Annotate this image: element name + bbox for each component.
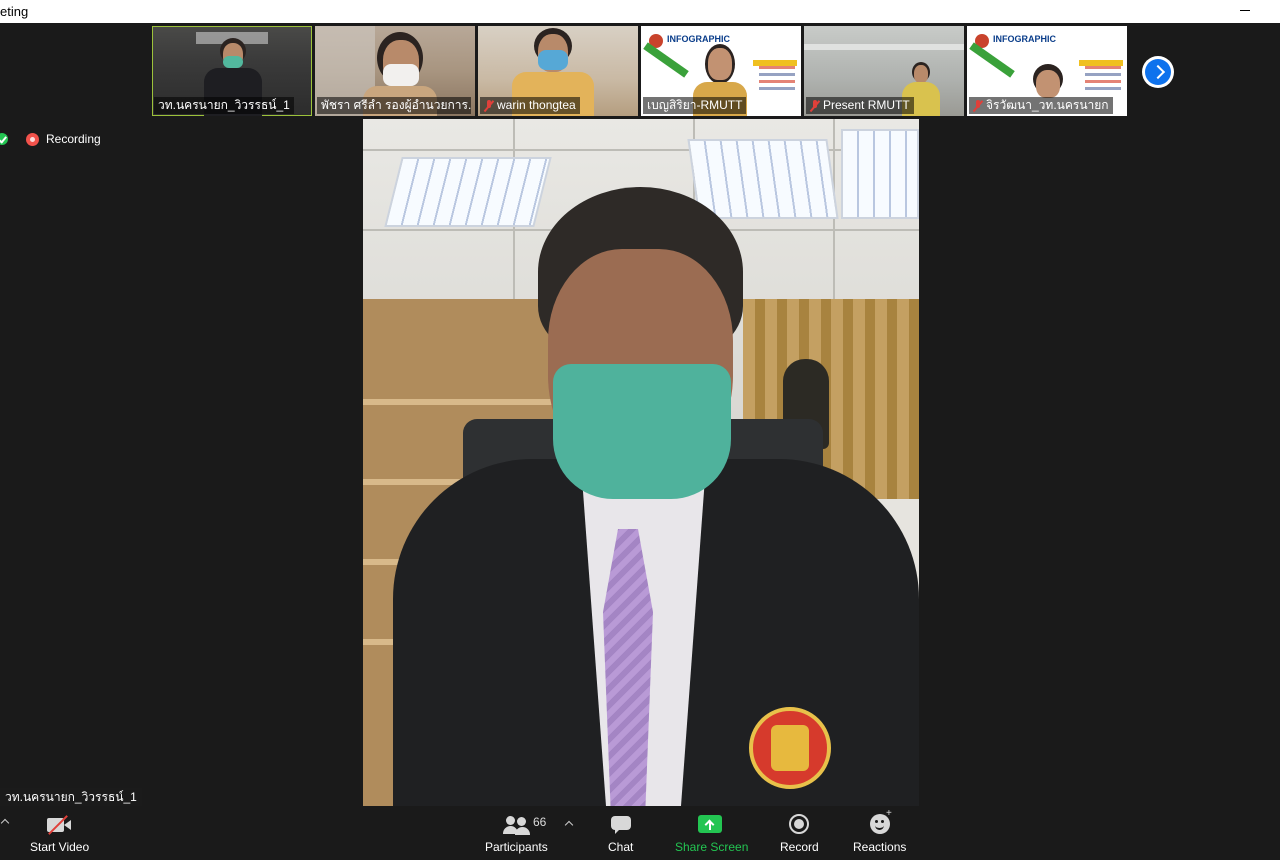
share-screen-label: Share Screen <box>675 840 749 854</box>
participant-name: จิรวัฒนา_วท.นครนายก <box>969 97 1113 114</box>
reactions-label: Reactions <box>853 840 907 854</box>
share-screen-button[interactable]: Share Screen <box>670 806 750 860</box>
reactions-icon: + <box>870 808 892 834</box>
chat-label: Chat <box>608 840 634 854</box>
recording-indicator[interactable]: Recording <box>26 131 101 147</box>
speaker-name-label: วท.นครนายก_วิวรรธน์_1 <box>0 788 142 807</box>
mic-off-icon <box>484 99 494 112</box>
start-video-button[interactable]: Start Video <box>0 806 120 860</box>
title-bar: eting <box>0 0 1280 23</box>
share-screen-icon <box>698 815 722 833</box>
participant-name: warin thongtea <box>480 97 580 114</box>
participant-tile[interactable]: Present RMUTT <box>804 26 964 116</box>
reactions-button[interactable]: + Reactions <box>850 806 908 860</box>
participant-name: พัชรา ศรีลำ รองผู้อำนวยการ... <box>317 97 471 114</box>
participant-name: วท.นครนายก_วิวรรธน์_1 <box>154 97 294 114</box>
participants-icon <box>503 816 530 835</box>
minimize-button[interactable] <box>1234 3 1256 19</box>
window-title: eting <box>0 4 29 19</box>
chat-icon <box>611 816 631 834</box>
emblem-logo <box>749 707 831 789</box>
shield-check-icon[interactable] <box>0 133 8 145</box>
participants-button[interactable]: 66 Participants <box>478 806 558 860</box>
chevron-up-icon[interactable] <box>564 820 574 830</box>
active-speaker-video <box>363 119 919 806</box>
record-icon <box>789 814 809 834</box>
video-off-icon <box>47 815 73 835</box>
meeting-toolbar: Start Video 66 Participants Chat Share S… <box>0 806 1280 860</box>
mic-off-icon <box>810 99 820 112</box>
chevron-up-icon[interactable] <box>0 818 10 828</box>
participant-name: Present RMUTT <box>806 97 914 114</box>
recording-label: Recording <box>46 132 101 146</box>
mic-off-icon <box>973 99 983 112</box>
participant-tile[interactable]: วท.นครนายก_วิวรรธน์_1 <box>152 26 312 116</box>
record-label: Record <box>780 840 819 854</box>
next-page-button[interactable] <box>1142 56 1174 88</box>
start-video-label: Start Video <box>30 840 90 854</box>
poster-headline: INFOGRAPHIC <box>993 34 1056 44</box>
recording-icon <box>26 132 39 146</box>
participant-tile[interactable]: พัชรา ศรีลำ รองผู้อำนวยการ... <box>315 26 475 116</box>
participant-tile[interactable]: INFOGRAPHIC เบญสิริยา-RMUTT <box>641 26 801 116</box>
participants-count: 66 <box>533 815 547 829</box>
participant-tile[interactable]: warin thongtea <box>478 26 638 116</box>
participant-tile[interactable]: INFOGRAPHIC จิรวัฒนา_วท.นครนายก <box>967 26 1127 116</box>
participant-strip: วท.นครนายก_วิวรรธน์_1 พัชรา ศรีลำ รองผู้… <box>0 23 1280 119</box>
participants-label: Participants <box>485 840 548 854</box>
record-button[interactable]: Record <box>776 806 822 860</box>
chat-button[interactable]: Chat <box>598 806 644 860</box>
participant-name: เบญสิริยา-RMUTT <box>643 97 747 114</box>
poster-headline: INFOGRAPHIC <box>667 34 730 44</box>
